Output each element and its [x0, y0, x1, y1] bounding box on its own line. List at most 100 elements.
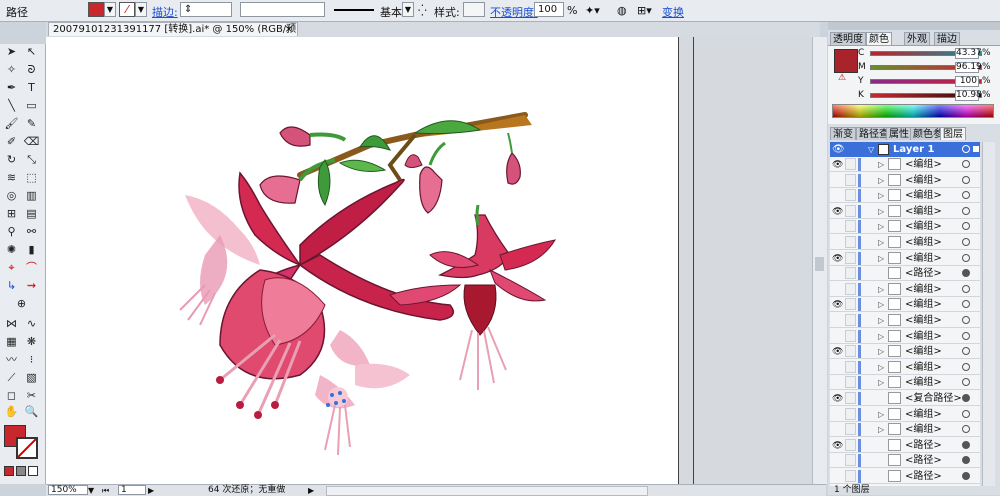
target-circle-icon[interactable] [962, 222, 970, 231]
target-circle-icon[interactable] [962, 456, 970, 465]
none-mode-button[interactable] [28, 466, 38, 476]
layer-item-row[interactable]: <路径> [830, 453, 980, 469]
bloat-tool-icon[interactable]: ⁝ [22, 352, 41, 367]
visibility-eye-icon[interactable] [832, 283, 843, 295]
lock-toggle[interactable] [845, 438, 856, 451]
target-circle-icon[interactable] [962, 175, 970, 184]
target-circle-icon[interactable] [962, 284, 970, 293]
canvas-vertical-scrollbar[interactable] [812, 37, 827, 484]
visibility-eye-icon[interactable] [832, 174, 843, 186]
lock-toggle[interactable] [845, 376, 856, 389]
visibility-eye-icon[interactable] [832, 236, 843, 248]
scissors-icon[interactable]: ✂ [22, 388, 41, 403]
layer-item-row[interactable]: ▷ <编组> [830, 329, 980, 344]
stroke-none-swatch[interactable]: ⁄ [119, 2, 135, 17]
visibility-eye-icon[interactable]: 👁 [832, 142, 845, 157]
blend-tool-icon[interactable]: ⚯ [22, 224, 41, 239]
target-circle-icon[interactable] [962, 191, 970, 200]
expand-triangle-icon[interactable]: ▷ [878, 157, 884, 172]
slice-tool-icon[interactable]: ▧ [22, 370, 41, 385]
paintbrush-icon[interactable]: 🖌 [2, 116, 21, 131]
target-circle-icon[interactable] [962, 160, 970, 168]
target-circle-icon[interactable] [962, 472, 970, 480]
expand-triangle-icon[interactable]: ▷ [878, 235, 884, 250]
lasso-icon[interactable]: ᘐ [22, 62, 41, 77]
eraser-icon[interactable]: ⌫ [22, 134, 41, 149]
symbol-sprayer-icon[interactable]: ✺ [2, 242, 21, 257]
visibility-eye-icon[interactable] [832, 189, 843, 201]
status-menu-arrow[interactable]: ▶ [308, 485, 314, 496]
layer-item-row[interactable]: 👁 <复合路径> [830, 391, 980, 406]
stroke-link[interactable]: 描边: [152, 4, 178, 20]
target-circle-icon[interactable] [962, 206, 970, 215]
lock-toggle[interactable] [845, 189, 856, 202]
lock-toggle[interactable] [845, 204, 856, 217]
fill-color-preview[interactable] [834, 49, 858, 73]
visibility-eye-icon[interactable] [832, 361, 843, 373]
style-swatch[interactable] [463, 2, 485, 17]
artboard-tool-icon[interactable]: ◻ [2, 388, 21, 403]
tab-transparency[interactable]: 透明度 [830, 32, 866, 45]
target-circle-icon[interactable] [962, 331, 970, 340]
pen-tool-icon[interactable]: ✒ [2, 80, 21, 95]
tab-gradient[interactable]: 渐变 [830, 127, 856, 140]
zoom-tool-icon[interactable]: 🔍 [22, 404, 41, 419]
lock-toggle[interactable] [845, 454, 856, 467]
opacity-link[interactable]: 不透明度: [490, 4, 538, 20]
visibility-eye-icon[interactable]: 👁 [832, 439, 843, 451]
visibility-eye-icon[interactable] [832, 408, 843, 420]
scroll-thumb[interactable] [815, 257, 824, 271]
next-page-icon[interactable]: ▶ [148, 485, 154, 496]
target-circle-icon[interactable] [962, 300, 970, 309]
visibility-eye-icon[interactable] [832, 267, 843, 279]
layer-item-row[interactable]: ▷ <编组> [830, 173, 980, 188]
variable-width-field[interactable] [240, 2, 325, 17]
expand-triangle-icon[interactable]: ▷ [878, 422, 884, 437]
zoom-field[interactable]: 150% [48, 485, 88, 495]
black-value[interactable]: 10.98 [955, 90, 982, 101]
target-circle-icon[interactable] [962, 347, 970, 356]
gradient-tool-icon[interactable]: ▤ [22, 206, 41, 221]
visibility-eye-icon[interactable] [832, 454, 843, 466]
expand-triangle-icon[interactable]: ▷ [878, 204, 884, 219]
transform-link[interactable]: 变换 [662, 4, 684, 20]
path-split-icon[interactable]: ↳ [2, 278, 21, 293]
wrinkle-tool-icon[interactable]: 〰 [2, 352, 21, 367]
blob-brush-icon[interactable]: ✐ [2, 134, 21, 149]
gradient-mode-button[interactable] [16, 466, 26, 476]
expand-triangle-icon[interactable]: ▷ [878, 251, 884, 266]
layer-item-row[interactable]: ▷ <编组> [830, 188, 980, 204]
tab-appearance[interactable]: 外观 [904, 32, 930, 45]
direct-selection-tool-icon[interactable]: ↖ [22, 44, 41, 59]
layer-item-row[interactable]: 👁 <路径> [830, 438, 980, 453]
fill-dropdown-arrow[interactable]: ▼ [104, 2, 116, 17]
visibility-eye-icon[interactable]: 👁 [832, 345, 843, 357]
visibility-eye-icon[interactable]: 👁 [832, 392, 843, 404]
mesh-tool-icon[interactable]: ⊞ [2, 206, 21, 221]
layer-item-row[interactable]: ▷ <编组> [830, 422, 980, 438]
layer-item-row[interactable]: ▷ <编组> [830, 219, 980, 235]
layer-item-row[interactable]: <路径> [830, 469, 980, 484]
lock-toggle[interactable] [845, 282, 856, 295]
layer-item-row[interactable]: 👁 ▷ <编组> [830, 297, 980, 313]
path-join-icon[interactable]: ⇝ [22, 278, 41, 293]
expand-triangle-icon[interactable]: ▷ [878, 188, 884, 203]
lock-toggle[interactable] [845, 173, 856, 186]
measure-tool-icon[interactable]: ⟋ [2, 370, 21, 385]
shape-builder-icon[interactable]: ◎ [2, 188, 21, 203]
expand-triangle-icon[interactable]: ▷ [878, 282, 884, 297]
visibility-eye-icon[interactable] [832, 376, 843, 388]
fuchsia-artwork[interactable] [160, 105, 560, 470]
page-field[interactable]: 1 [118, 485, 146, 495]
visibility-eye-icon[interactable] [832, 314, 843, 326]
expand-triangle-icon[interactable]: ▷ [878, 219, 884, 234]
stroke-dropdown-arrow[interactable]: ▼ [135, 2, 147, 17]
layer-row-main[interactable]: 👁 ▽ Layer 1 [830, 142, 980, 157]
expand-triangle-icon[interactable]: ▷ [878, 344, 884, 359]
lock-toggle[interactable] [845, 220, 856, 233]
opacity-field[interactable]: 100 [534, 2, 564, 17]
crosshair-icon[interactable]: ⊕ [12, 296, 31, 311]
layer-item-row[interactable]: 👁 ▷ <编组> [830, 344, 980, 360]
target-circle-icon[interactable] [962, 145, 970, 153]
expand-triangle-icon[interactable]: ▷ [878, 297, 884, 312]
